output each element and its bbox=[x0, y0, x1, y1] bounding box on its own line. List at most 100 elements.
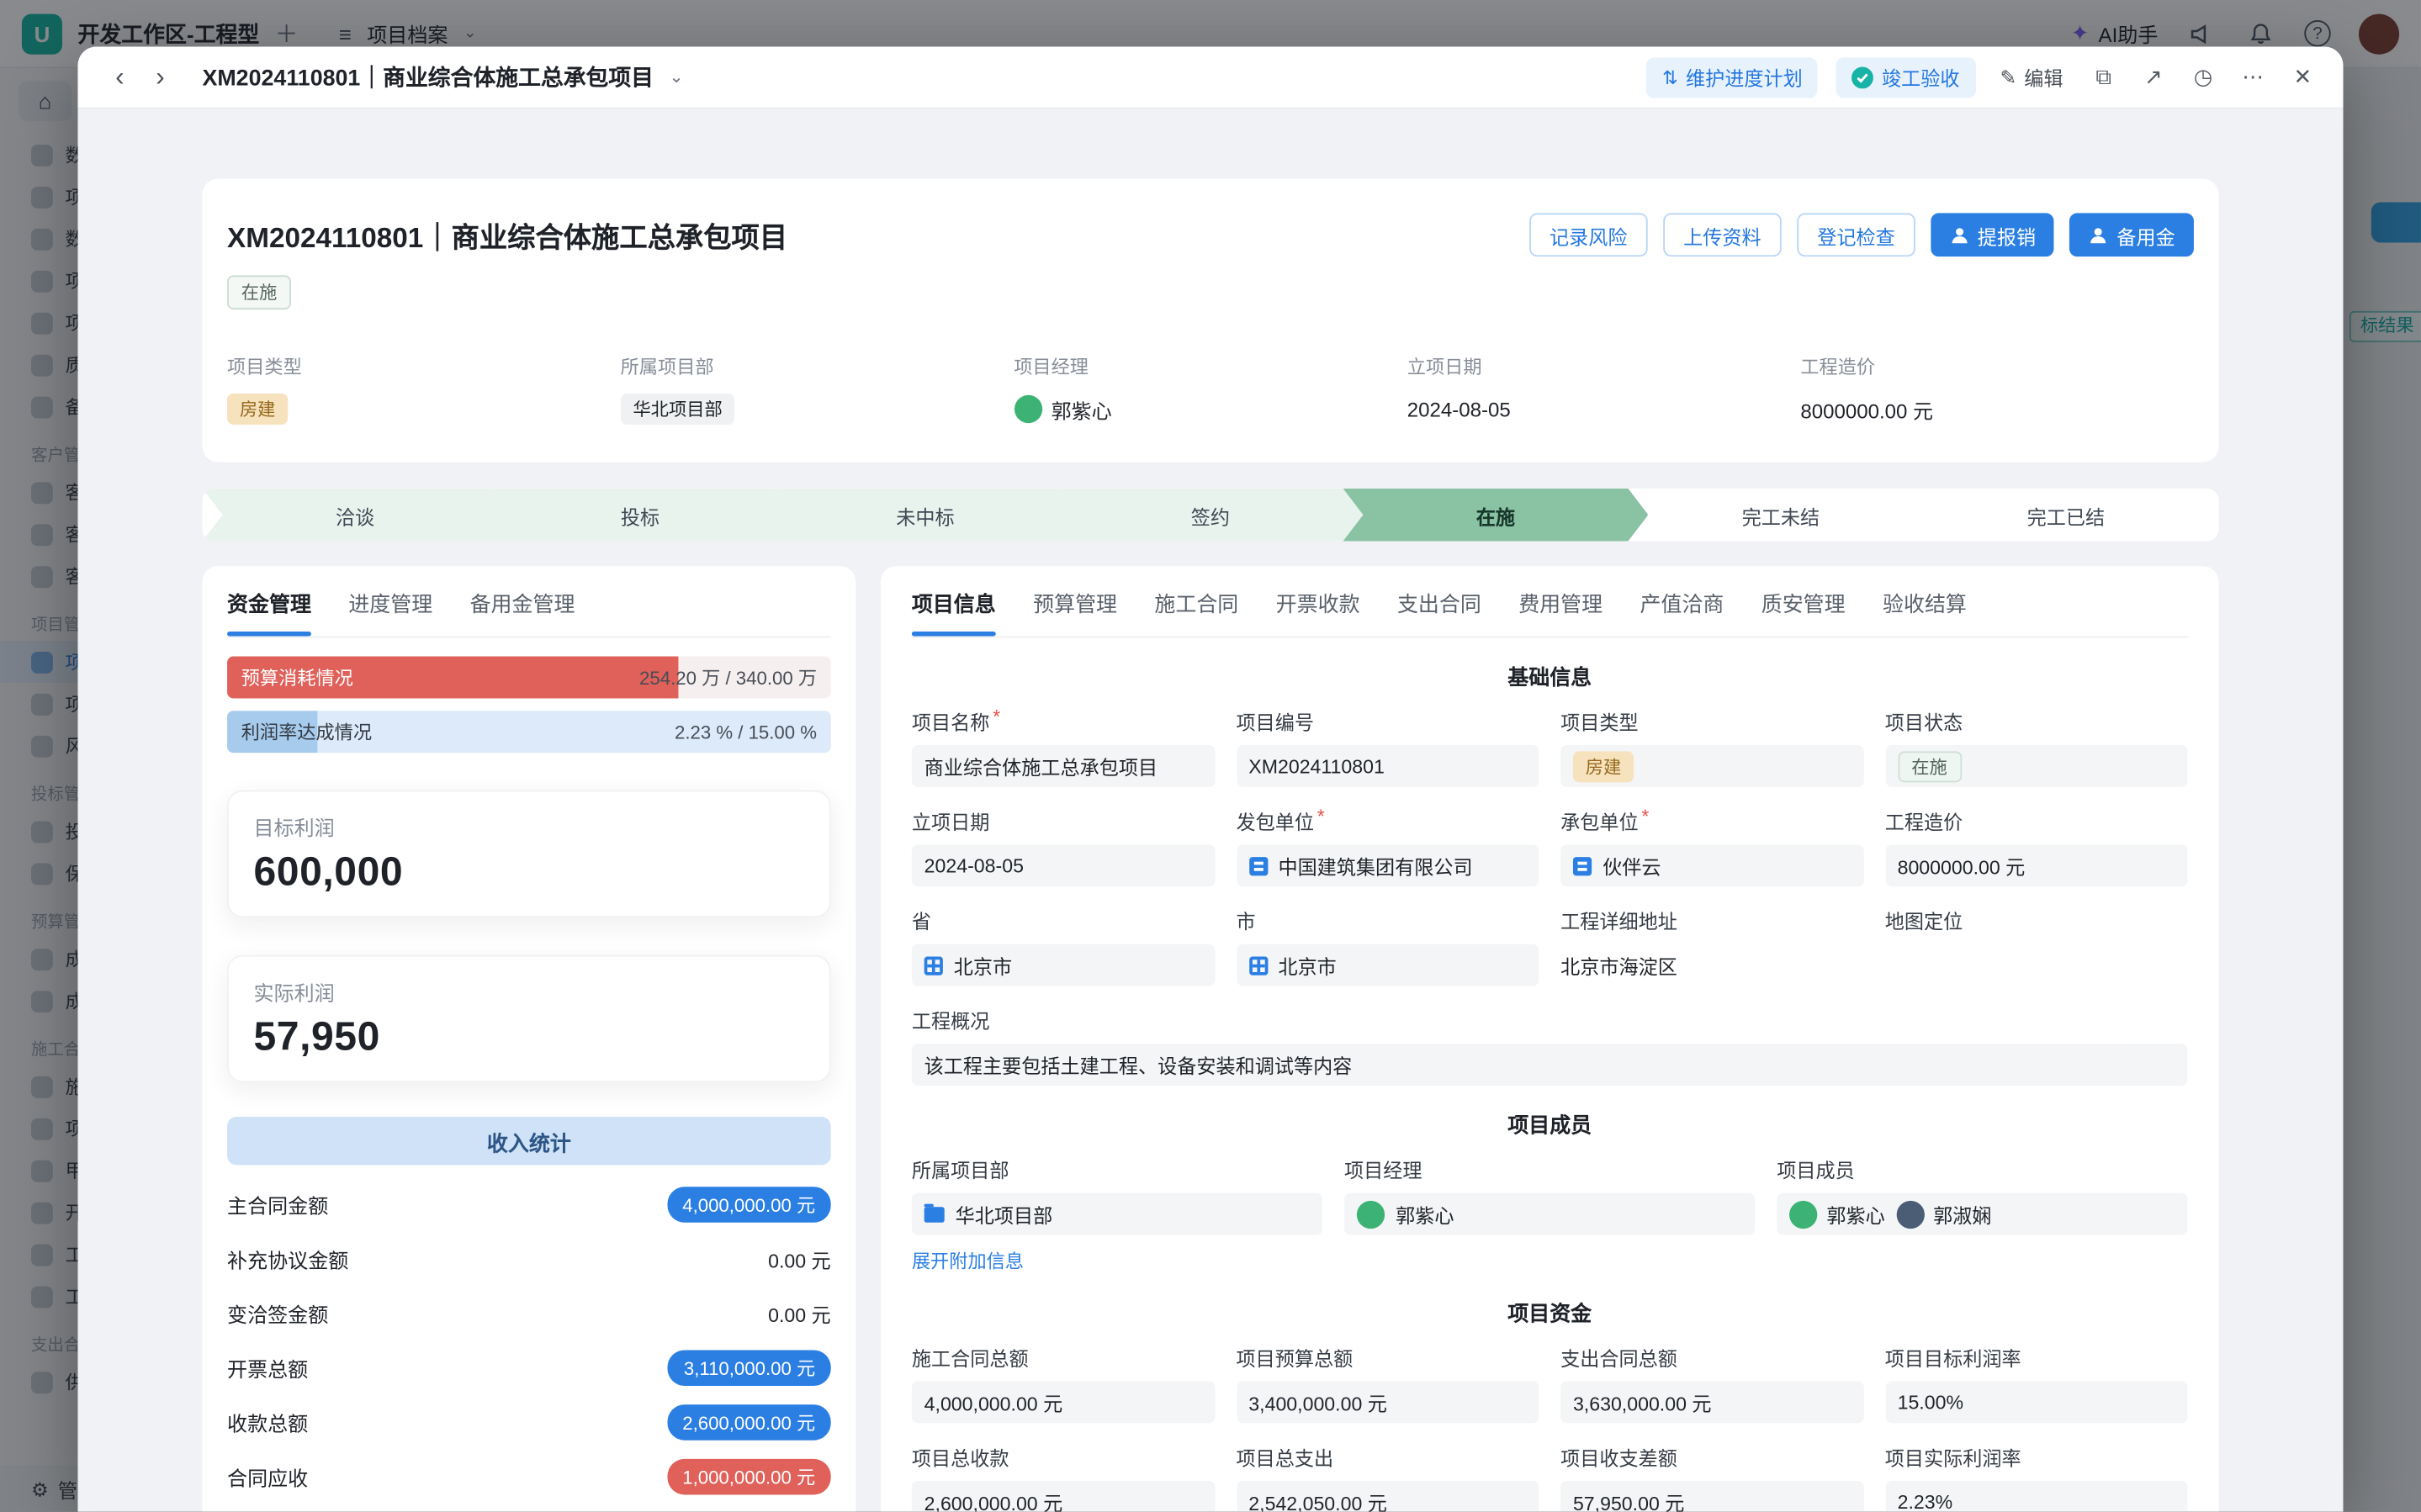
tab[interactable]: 支出合同 bbox=[1397, 566, 1481, 636]
modal-header-actions: ⇅ 维护进度计划 竣工验收 ✎ 编辑 ⧉ ↗ ◷ ⋯ ✕ bbox=[1647, 57, 2318, 98]
field-label: 所属项目部 bbox=[621, 353, 1014, 379]
stepper-step[interactable]: 完工已结 bbox=[1913, 489, 2218, 542]
form-field: 立项日期 2024-08-05 bbox=[912, 806, 1215, 886]
field-value[interactable]: 2024-08-05 bbox=[912, 844, 1215, 886]
modal-title: XM2024110801｜商业综合体施工总承包项目 bbox=[202, 61, 654, 93]
tab[interactable]: 质安管理 bbox=[1761, 566, 1846, 636]
history-icon[interactable]: ◷ bbox=[2188, 64, 2219, 90]
progress-bars: 预算消耗情况 254.20 万 / 340.00 万 利润率达成情况 2.23 … bbox=[227, 657, 831, 753]
field-value[interactable]: 在施 bbox=[1885, 745, 2188, 787]
field-value[interactable]: 57,950.00 元 bbox=[1560, 1481, 1863, 1512]
field-value[interactable]: 伙伴云 bbox=[1560, 844, 1863, 886]
forward-icon[interactable]: › bbox=[143, 61, 177, 93]
stepper-step[interactable]: 洽谈 bbox=[202, 489, 507, 542]
avatar bbox=[1014, 395, 1041, 423]
field-value[interactable]: XM2024110801 bbox=[1237, 745, 1539, 787]
field-value[interactable]: 郭紫心 bbox=[1344, 1193, 1755, 1235]
more-icon[interactable]: ⋯ bbox=[2238, 64, 2269, 90]
field-value[interactable]: 3,400,000.00 元 bbox=[1237, 1381, 1539, 1423]
check-badge-icon bbox=[1852, 66, 1874, 88]
expand-extra-info-link[interactable]: 展开附加信息 bbox=[912, 1247, 1322, 1273]
record-risk-button[interactable]: 记录风险 bbox=[1529, 213, 1648, 256]
tab[interactable]: 进度管理 bbox=[348, 566, 432, 636]
field-icon bbox=[1248, 956, 1267, 975]
funds-grid: 施工合同总额 4,000,000.00 元 项目预算总额 bbox=[912, 1342, 2188, 1512]
field-label: 项目名称 bbox=[912, 706, 990, 736]
tab[interactable]: 验收结算 bbox=[1883, 566, 1967, 636]
back-icon[interactable]: ‹ bbox=[103, 61, 137, 93]
chevron-down-icon[interactable]: ⌄ bbox=[670, 67, 684, 87]
tab[interactable]: 费用管理 bbox=[1518, 566, 1603, 636]
tab[interactable]: 资金管理 bbox=[227, 566, 311, 636]
submit-expense-button[interactable]: 提报销 bbox=[1931, 213, 2054, 256]
sort-icon: ⇅ bbox=[1662, 66, 1678, 88]
field-value[interactable] bbox=[1885, 944, 2188, 986]
field-value[interactable]: 北京市 bbox=[912, 944, 1215, 986]
tab[interactable]: 开票收款 bbox=[1276, 566, 1360, 636]
field-value[interactable]: 中国建筑集团有限公司 bbox=[1237, 844, 1539, 886]
field-value[interactable]: 15.00% bbox=[1885, 1381, 2188, 1423]
form-field: 地图定位 bbox=[1885, 905, 2188, 986]
field-icon bbox=[1248, 856, 1267, 875]
form-field: 项目目标利润率 15.00% bbox=[1885, 1342, 2188, 1423]
project-actions: 记录风险 上传资料 登记检查 提报销 备用金 bbox=[1529, 213, 2194, 256]
required-mark: * bbox=[1317, 806, 1325, 835]
field-value[interactable]: 华北项目部 bbox=[912, 1193, 1322, 1235]
share-icon[interactable]: ↗ bbox=[2138, 64, 2169, 90]
finance-row: 合同应收 1,000,000.00 元 bbox=[227, 1450, 831, 1504]
profit-rate-bar: 利润率达成情况 2.23 % / 15.00 % bbox=[227, 711, 831, 753]
field-value[interactable]: 4,000,000.00 元 bbox=[912, 1381, 1215, 1423]
project-meta-fields: 项目类型 房建 所属项目部 华北项目部 bbox=[227, 353, 2194, 425]
project-manager-field: 项目经理 郭紫心 bbox=[1344, 1154, 1755, 1273]
stepper-step[interactable]: 未中标 bbox=[772, 489, 1078, 542]
finance-panel: 资金管理 进度管理 备用金管理 预算消耗情况 254.20 万 / 340.00… bbox=[202, 566, 856, 1512]
field-value[interactable]: 北京市海淀区 bbox=[1560, 944, 1863, 986]
stepper-step[interactable]: 完工未结 bbox=[1628, 489, 1933, 542]
register-inspection-button[interactable]: 登记检查 bbox=[1797, 213, 1915, 256]
income-statistics-button[interactable]: 收入统计 bbox=[227, 1117, 831, 1165]
tab[interactable]: 产值洽商 bbox=[1640, 566, 1724, 636]
target-profit-card: 目标利润 600,000 bbox=[227, 790, 831, 918]
project-info-panel: 项目信息 预算管理 施工合同 开票收款 支出合同 费用管理 bbox=[881, 566, 2219, 1512]
form-field: 工程概况 该工程主要包括土建工程、设备安装和调试等内容 bbox=[912, 1005, 2188, 1086]
copy-icon[interactable]: ⧉ bbox=[2088, 64, 2119, 90]
field-value[interactable]: 8000000.00 元 bbox=[1885, 844, 2188, 886]
tab[interactable]: 项目信息 bbox=[912, 566, 996, 636]
reserve-fund-button[interactable]: 备用金 bbox=[2070, 213, 2194, 256]
field-value: 郭紫心 bbox=[1014, 394, 1407, 425]
project-meta-field: 项目类型 房建 bbox=[227, 353, 621, 425]
tab[interactable]: 施工合同 bbox=[1154, 566, 1238, 636]
upload-file-button[interactable]: 上传资料 bbox=[1663, 213, 1782, 256]
form-field: 项目编号 XM2024110801 bbox=[1237, 706, 1539, 787]
field-value[interactable]: 该工程主要包括土建工程、设备安装和调试等内容 bbox=[912, 1044, 2188, 1086]
field-value[interactable]: 2,542,050.00 元 bbox=[1237, 1481, 1539, 1512]
stepper-step[interactable]: 投标 bbox=[487, 489, 792, 542]
field-value[interactable]: 2.23% bbox=[1885, 1481, 2188, 1512]
project-members-field: 项目成员 郭紫心 郭淑娴 bbox=[1777, 1154, 2187, 1273]
field-value[interactable]: 郭紫心 郭淑娴 bbox=[1777, 1193, 2187, 1235]
field-value[interactable]: 房建 bbox=[1560, 745, 1863, 787]
field-value[interactable]: 北京市 bbox=[1237, 944, 1539, 986]
finance-rows: 主合同金额 4,000,000.00 元 补充协议金额 0.00 元 变洽签金额… bbox=[227, 1177, 831, 1504]
maintain-schedule-button[interactable]: ⇅ 维护进度计划 bbox=[1647, 57, 1819, 98]
form-field: 项目状态 在施 bbox=[1885, 706, 2188, 787]
form-field: 项目总收款 2,600,000.00 元 bbox=[912, 1442, 1215, 1512]
field-value[interactable]: 2,600,000.00 元 bbox=[912, 1481, 1215, 1512]
finance-row: 主合同金额 4,000,000.00 元 bbox=[227, 1177, 831, 1232]
tab[interactable]: 备用金管理 bbox=[470, 566, 575, 636]
field-value: 房建 bbox=[227, 394, 621, 425]
close-icon[interactable]: ✕ bbox=[2287, 64, 2318, 90]
field-value: 8000000.00 元 bbox=[1800, 394, 2194, 425]
avatar bbox=[1896, 1200, 1924, 1228]
required-mark: * bbox=[1641, 806, 1649, 835]
field-value[interactable]: 3,630,000.00 元 bbox=[1560, 1381, 1863, 1423]
finance-row: 补充协议金额 0.00 元 bbox=[227, 1232, 831, 1287]
tab[interactable]: 预算管理 bbox=[1033, 566, 1117, 636]
completion-acceptance-button[interactable]: 竣工验收 bbox=[1836, 57, 1975, 98]
form-field: 发包单位 * 中国建筑集团有限公司 bbox=[1237, 806, 1539, 886]
field-value[interactable]: 商业综合体施工总承包项目 bbox=[912, 745, 1215, 787]
edit-button[interactable]: ✎ 编辑 bbox=[2000, 62, 2063, 92]
stepper-step[interactable]: 在施 bbox=[1343, 489, 1648, 542]
stepper-step[interactable]: 签约 bbox=[1057, 489, 1363, 542]
form-field: 项目名称 * 商业综合体施工总承包项目 bbox=[912, 706, 1215, 787]
